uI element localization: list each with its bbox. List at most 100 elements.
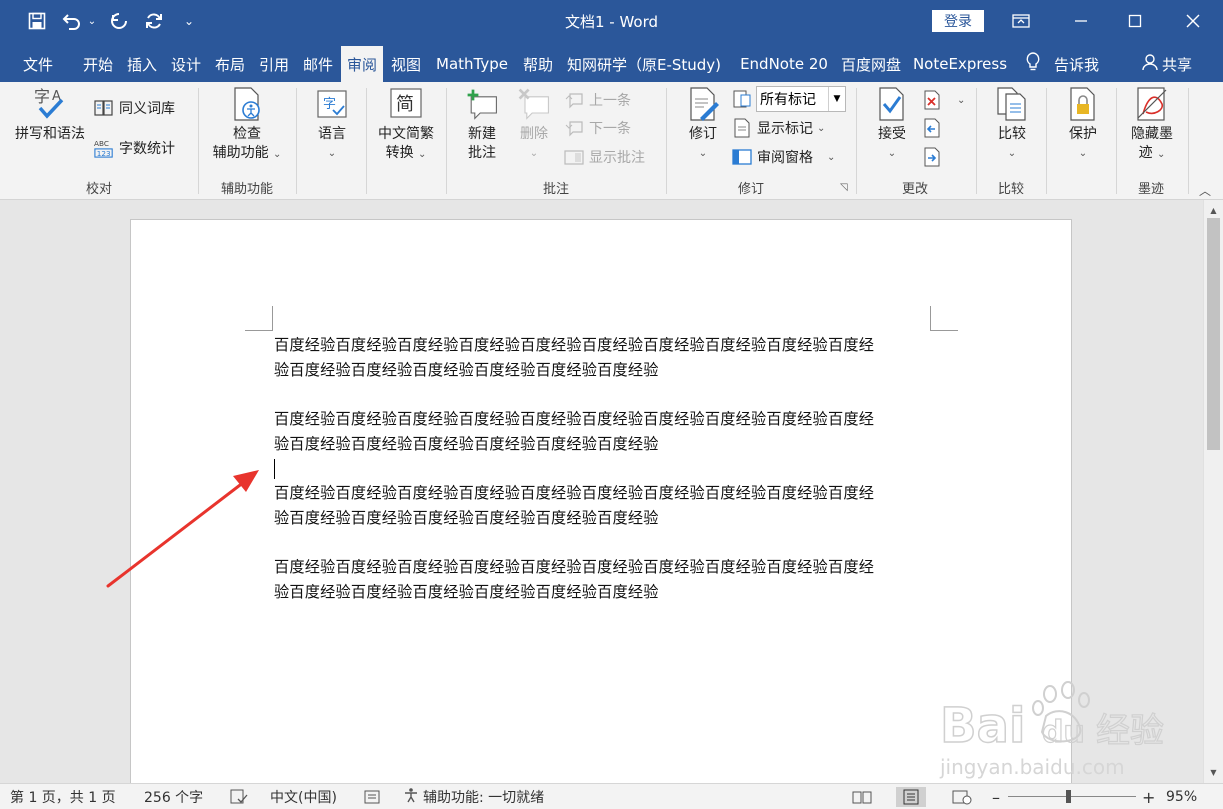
track-changes-button[interactable]: 修订 ⌄ bbox=[680, 86, 726, 163]
book-icon bbox=[94, 98, 114, 118]
spelling-grammar-button[interactable]: 字A 拼写和语法 bbox=[10, 86, 90, 144]
tab-baidu-netdisk[interactable]: 百度网盘 bbox=[838, 46, 904, 82]
tab-design[interactable]: 设计 bbox=[166, 46, 206, 82]
show-markup-button[interactable]: 显示标记 ⌄ bbox=[732, 116, 825, 140]
language-status[interactable]: 中文(中国) bbox=[270, 787, 337, 807]
tab-file[interactable]: 文件 bbox=[14, 46, 62, 82]
hide-ink-icon bbox=[1134, 86, 1170, 122]
markup-select[interactable]: 所有标记 ▼ bbox=[756, 86, 846, 112]
svg-text:简: 简 bbox=[396, 94, 414, 115]
repeat-icon[interactable] bbox=[141, 9, 167, 33]
zoom-in-button[interactable]: + bbox=[1142, 787, 1155, 807]
svg-text:123: 123 bbox=[97, 149, 111, 158]
scrollbar-thumb[interactable] bbox=[1207, 218, 1220, 450]
save-icon[interactable] bbox=[24, 9, 50, 33]
zoom-out-button[interactable]: – bbox=[992, 787, 1000, 807]
previous-comment-icon bbox=[564, 90, 584, 110]
text-line: 百度经验百度经验百度经验百度经验百度经验百度经验百度经验百度经验百度经验百度经 bbox=[274, 484, 875, 502]
customize-icon[interactable]: ⌄ bbox=[180, 9, 198, 33]
zoom-slider[interactable] bbox=[1008, 796, 1136, 797]
next-change-icon bbox=[922, 147, 942, 167]
document-page[interactable]: 百度经验百度经验百度经验百度经验百度经验百度经验百度经验百度经验百度经验百度经 … bbox=[130, 219, 1072, 783]
protect-button[interactable]: 保护 ⌄ bbox=[1058, 86, 1108, 163]
scroll-up-icon[interactable]: ▲ bbox=[1204, 202, 1223, 218]
compare-dropdown-icon: ⌄ bbox=[1007, 148, 1017, 159]
web-layout-icon[interactable] bbox=[952, 787, 972, 807]
new-comment-label-1: 新建 bbox=[468, 126, 496, 142]
reject-dropdown-icon: ⌄ bbox=[957, 94, 966, 106]
paragraph[interactable]: 百度经验百度经验百度经验百度经验百度经验百度经验百度经验百度经验百度经验百度经 … bbox=[274, 481, 934, 530]
accept-button[interactable]: 接受 ⌄ bbox=[870, 86, 914, 163]
next-comment-button[interactable]: 下一条 bbox=[564, 116, 631, 140]
zoom-slider-thumb[interactable] bbox=[1066, 790, 1071, 803]
group-label-compare: 比较 bbox=[997, 182, 1024, 197]
proofing-status-icon[interactable] bbox=[230, 787, 248, 807]
document-canvas[interactable]: 百度经验百度经验百度经验百度经验百度经验百度经验百度经验百度经验百度经验百度经 … bbox=[0, 200, 1203, 783]
print-layout-icon[interactable] bbox=[896, 787, 926, 807]
tab-help[interactable]: 帮助 bbox=[518, 46, 558, 82]
chevron-down-icon[interactable]: ▼ bbox=[828, 87, 845, 111]
text-line: 验百度经验百度经验百度经验百度经验百度经验百度经验 bbox=[274, 582, 659, 601]
new-comment-button[interactable]: 新建 批注 bbox=[454, 86, 510, 163]
tab-layout[interactable]: 布局 bbox=[210, 46, 250, 82]
zoom-level[interactable]: 95% bbox=[1166, 787, 1197, 807]
group-label-proofing: 校对 bbox=[85, 182, 112, 197]
paragraph[interactable]: 百度经验百度经验百度经验百度经验百度经验百度经验百度经验百度经验百度经验百度经 … bbox=[274, 333, 934, 382]
check-accessibility-label-1: 检查 bbox=[233, 126, 261, 142]
scroll-down-icon[interactable]: ▼ bbox=[1204, 764, 1223, 780]
tab-noteexpress[interactable]: NoteExpress bbox=[910, 46, 1010, 82]
dialog-launcher-icon[interactable]: ◹ bbox=[840, 182, 848, 193]
close-icon[interactable] bbox=[1170, 0, 1216, 42]
collapse-ribbon-icon[interactable]: ︿ bbox=[1199, 182, 1211, 199]
tab-mathtype[interactable]: MathType bbox=[430, 46, 514, 82]
undo-icon[interactable] bbox=[58, 9, 84, 33]
maximize-icon[interactable] bbox=[1112, 0, 1158, 42]
word-count-icon: ABC 123 bbox=[94, 138, 114, 158]
tab-home[interactable]: 开始 bbox=[78, 46, 118, 82]
reject-button[interactable]: ⌄ bbox=[922, 88, 965, 112]
check-accessibility-button[interactable]: 检查 辅助功能 ⌄ bbox=[204, 86, 290, 164]
text-line: 验百度经验百度经验百度经验百度经验百度经验百度经验 bbox=[274, 508, 659, 527]
group-label-tracking: 修订 bbox=[737, 182, 764, 197]
reviewing-pane-button[interactable]: 审阅窗格 ⌄ bbox=[732, 145, 835, 169]
hide-ink-button[interactable]: 隐藏墨 迹 ⌄ bbox=[1124, 86, 1180, 164]
svg-text:字: 字 bbox=[323, 97, 336, 112]
redo-icon[interactable] bbox=[106, 9, 132, 33]
tab-mailings[interactable]: 邮件 bbox=[298, 46, 338, 82]
track-changes-dropdown-icon: ⌄ bbox=[698, 148, 708, 159]
tab-references[interactable]: 引用 bbox=[254, 46, 294, 82]
chinese-conversion-button[interactable]: 简 中文简繁 转换 ⌄ bbox=[370, 86, 442, 164]
page-count[interactable]: 第 1 页，共 1 页 bbox=[10, 787, 116, 807]
lock-icon bbox=[1065, 86, 1101, 122]
login-button[interactable]: 登录 bbox=[932, 10, 984, 32]
show-comments-button[interactable]: 显示批注 bbox=[564, 145, 645, 169]
accessibility-status[interactable]: 辅助功能: 一切就绪 bbox=[402, 787, 544, 807]
reviewing-pane-dropdown-icon: ⌄ bbox=[827, 151, 836, 163]
compare-button[interactable]: 比较 ⌄ bbox=[988, 86, 1036, 163]
undo-dropdown-icon[interactable]: ⌄ bbox=[86, 9, 98, 33]
group-divider bbox=[366, 88, 367, 194]
macro-recording-icon[interactable] bbox=[364, 787, 380, 807]
previous-change-button[interactable] bbox=[922, 116, 947, 140]
delete-comment-button[interactable]: 删除 ⌄ bbox=[510, 86, 558, 163]
tab-endnote[interactable]: EndNote 20 bbox=[736, 46, 832, 82]
tab-insert[interactable]: 插入 bbox=[122, 46, 162, 82]
tell-me-box[interactable]: 告诉我 bbox=[1026, 46, 1099, 82]
minimize-icon[interactable] bbox=[1058, 0, 1104, 42]
word-count[interactable]: 256 个字 bbox=[144, 787, 203, 807]
vertical-scrollbar[interactable]: ▲ ▼ bbox=[1203, 200, 1223, 783]
tab-view[interactable]: 视图 bbox=[386, 46, 426, 82]
read-mode-icon[interactable] bbox=[852, 787, 872, 807]
paragraph[interactable]: 百度经验百度经验百度经验百度经验百度经验百度经验百度经验百度经验百度经验百度经 … bbox=[274, 407, 934, 456]
paragraph[interactable]: 百度经验百度经验百度经验百度经验百度经验百度经验百度经验百度经验百度经验百度经 … bbox=[274, 555, 934, 604]
previous-comment-button[interactable]: 上一条 bbox=[564, 88, 631, 112]
word-count-button[interactable]: ABC 123 字数统计 bbox=[94, 136, 175, 160]
tab-review[interactable]: 审阅 bbox=[341, 46, 383, 82]
tab-cnki-estudy[interactable]: 知网研学（原E-Study) bbox=[562, 46, 726, 82]
thesaurus-button[interactable]: 同义词库 bbox=[94, 96, 175, 120]
share-button[interactable]: 共享 bbox=[1142, 46, 1192, 82]
ribbon-display-options-icon[interactable] bbox=[998, 0, 1044, 42]
next-change-button[interactable] bbox=[922, 145, 947, 169]
check-accessibility-label-2: 辅助功能 ⌄ bbox=[212, 145, 282, 161]
language-button[interactable]: 字 语言 ⌄ bbox=[304, 86, 360, 163]
